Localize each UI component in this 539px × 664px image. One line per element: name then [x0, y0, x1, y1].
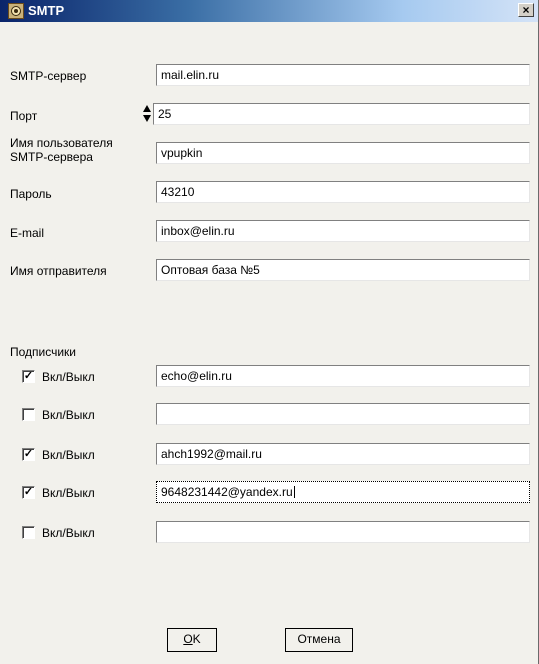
smtp-server-input[interactable]: mail.elin.ru	[156, 64, 530, 86]
app-icon	[8, 3, 24, 19]
sender-name-label: Имя отправителя	[10, 264, 107, 278]
port-input[interactable]: 25	[153, 103, 530, 125]
spin-up-icon[interactable]	[143, 105, 151, 112]
window-title: SMTP	[28, 3, 65, 18]
close-button[interactable]: ×	[518, 3, 534, 17]
checkbox[interactable]: ✓	[22, 486, 35, 499]
title-bar[interactable]: SMTP ×	[0, 0, 538, 22]
subscribers-heading: Подписчики	[10, 345, 77, 359]
smtp-server-label: SMTP-сервер	[10, 69, 87, 83]
checkbox[interactable]: ✓	[22, 448, 35, 461]
subscriber-input-4-text: 9648231442@yandex.ru	[161, 485, 293, 499]
subscriber-input-1[interactable]: echo@elin.ru	[156, 365, 530, 387]
email-input[interactable]: inbox@elin.ru	[156, 220, 530, 242]
password-input[interactable]: 43210	[156, 181, 530, 203]
spin-down-icon[interactable]	[143, 115, 151, 122]
checkbox-label: Вкл/Выкл	[42, 370, 95, 384]
port-label: Порт	[10, 109, 38, 123]
ok-accel-letter: O	[183, 632, 193, 646]
checkbox[interactable]	[22, 526, 35, 539]
text-caret	[293, 486, 295, 498]
sender-name-input[interactable]: Оптовая база №5	[156, 259, 530, 281]
smtp-dialog: SMTP × SMTP-сервер mail.elin.ru Порт 25 …	[0, 0, 539, 664]
ok-label-rest: K	[192, 632, 201, 646]
ok-label: OK	[183, 629, 200, 649]
subscriber-input-4[interactable]: 9648231442@yandex.ru	[156, 481, 530, 503]
port-spinner[interactable]	[143, 103, 151, 125]
subscriber-input-3[interactable]: ahch1992@mail.ru	[156, 443, 530, 465]
close-icon: ×	[522, 3, 530, 17]
checkbox-label: Вкл/Выкл	[42, 486, 95, 500]
subscriber-input-2[interactable]	[156, 403, 530, 425]
username-label: Имя пользователя SMTP-сервера	[10, 136, 113, 164]
ok-button[interactable]: OK	[167, 628, 217, 652]
subscriber-input-5[interactable]	[156, 521, 530, 543]
checkbox[interactable]: ✓	[22, 370, 35, 383]
username-input[interactable]: vpupkin	[156, 142, 530, 164]
email-label: E-mail	[10, 226, 45, 240]
checkbox[interactable]	[22, 408, 35, 421]
checkbox-label: Вкл/Выкл	[42, 448, 95, 462]
password-label: Пароль	[10, 187, 52, 201]
checkbox-label: Вкл/Выкл	[42, 526, 95, 540]
checkbox-label: Вкл/Выкл	[42, 408, 95, 422]
cancel-button[interactable]: Отмена	[285, 628, 353, 652]
cancel-label: Отмена	[297, 632, 341, 646]
